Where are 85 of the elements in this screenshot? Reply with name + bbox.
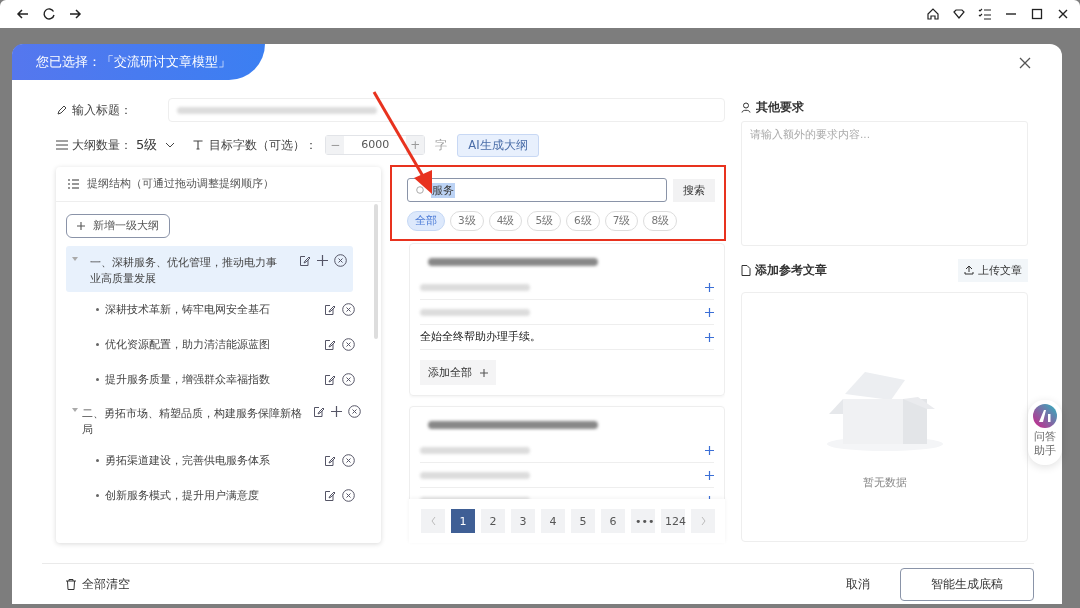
- outline-count-label: 大纲数量：: [72, 136, 132, 154]
- generate-outline-button[interactable]: AI生成大纲: [457, 133, 539, 157]
- edit-icon[interactable]: [324, 489, 336, 502]
- remove-icon[interactable]: [342, 303, 355, 316]
- chevron-right-icon: [700, 516, 706, 525]
- outline-subheading[interactable]: 深耕技术革新，铸牢电网安全基石: [105, 302, 270, 317]
- upload-button[interactable]: 上传文章: [958, 258, 1028, 282]
- bullet-icon: [96, 494, 99, 497]
- outline-subheading[interactable]: 优化资源配置，助力清洁能源蓝图: [105, 337, 270, 352]
- generate-draft-button[interactable]: 智能生成底稿: [900, 567, 1034, 601]
- chevron-left-icon: [430, 516, 436, 525]
- requirements-field[interactable]: 请输入额外的要求内容...: [741, 121, 1028, 246]
- bullet-icon: [96, 343, 99, 346]
- add-outline-button[interactable]: 新增一级大纲: [66, 214, 170, 238]
- plus-icon: [480, 368, 488, 377]
- remove-icon[interactable]: [348, 405, 361, 418]
- assistant-button[interactable]: 问答助手: [1028, 400, 1062, 465]
- document-icon: [741, 264, 751, 276]
- empty-text: 暂无数据: [862, 476, 907, 490]
- refresh-icon[interactable]: [42, 7, 56, 21]
- add-all-button[interactable]: 添加全部: [420, 360, 496, 385]
- word-count-label: 目标字数（可选）：: [209, 136, 318, 154]
- cancel-button[interactable]: 取消: [846, 575, 870, 593]
- result-sentence: 全始全终帮助办理手续。: [420, 330, 541, 344]
- remove-icon[interactable]: [342, 454, 355, 467]
- list-icon: [68, 179, 79, 189]
- edit-icon[interactable]: [324, 338, 336, 351]
- outline-subheading[interactable]: 勇拓渠道建设，完善供电服务体系: [105, 453, 270, 468]
- remove-icon[interactable]: [342, 338, 355, 351]
- panel-title: 提纲结构（可通过拖动调整提纲顺序）: [87, 177, 274, 191]
- chevron-icon: [165, 142, 176, 148]
- forward-icon[interactable]: [68, 7, 82, 21]
- search-button[interactable]: 搜索: [673, 178, 715, 202]
- title-label: 输入标题：: [72, 101, 132, 119]
- page-button[interactable]: 3: [511, 509, 535, 533]
- checklist-icon[interactable]: [978, 7, 992, 21]
- maximize-icon[interactable]: [1030, 7, 1044, 21]
- diamond-icon[interactable]: [952, 7, 966, 21]
- page-button[interactable]: 5: [571, 509, 595, 533]
- clear-all-button[interactable]: 全部清空: [66, 576, 130, 592]
- home-icon[interactable]: [926, 7, 940, 21]
- bullet-icon: [96, 378, 99, 381]
- text-icon: [193, 140, 204, 150]
- pencil-icon: [56, 104, 68, 116]
- edit-icon[interactable]: [324, 303, 336, 316]
- back-icon[interactable]: [16, 7, 30, 21]
- remove-icon[interactable]: [342, 373, 355, 386]
- bullet-icon: [96, 459, 99, 462]
- search-icon: [416, 185, 425, 195]
- page-button[interactable]: 1: [451, 509, 475, 533]
- outline-item[interactable]: 二、勇拓市场、精塑品质，构建服务保障新格局: [66, 397, 367, 443]
- unit-label: 字: [435, 136, 448, 154]
- remove-icon[interactable]: [342, 489, 355, 502]
- ai-logo-icon: [1033, 404, 1057, 428]
- plus-icon: [77, 222, 85, 230]
- page-button[interactable]: 124: [661, 509, 685, 533]
- user-icon: [741, 101, 752, 113]
- page-button[interactable]: 4: [541, 509, 565, 533]
- edit-icon[interactable]: [324, 454, 336, 467]
- selected-model-banner: 您已选择：「交流研讨文章模型」: [12, 44, 265, 80]
- remove-icon[interactable]: [334, 254, 347, 267]
- section-title: 添加参考文章: [755, 261, 827, 279]
- scrollbar[interactable]: [374, 204, 378, 339]
- outline-heading: 二、勇拓市场、精塑品质，构建服务保障新格局: [82, 406, 303, 437]
- search-value: 服务: [431, 182, 455, 198]
- edit-icon[interactable]: [313, 405, 325, 418]
- close-icon[interactable]: [1056, 7, 1070, 21]
- outline-count-select[interactable]: 5级: [136, 136, 176, 154]
- edit-icon[interactable]: [324, 373, 336, 386]
- trash-icon: [66, 578, 76, 590]
- section-title: 其他要求: [756, 98, 804, 116]
- page-button[interactable]: •••: [631, 509, 655, 533]
- page-button[interactable]: 6: [601, 509, 625, 533]
- list-icon: [56, 140, 68, 150]
- outline-heading: 一、深耕服务、优化管理，推动电力事业高质量发展: [90, 255, 278, 286]
- page-button[interactable]: 2: [481, 509, 505, 533]
- edit-icon[interactable]: [299, 254, 311, 267]
- title-input[interactable]: [168, 98, 725, 122]
- bullet-icon: [96, 308, 99, 311]
- close-icon[interactable]: [1018, 56, 1032, 70]
- outline-subheading[interactable]: 提升服务质量，增强群众幸福指数: [105, 372, 270, 387]
- upload-icon: [964, 265, 974, 275]
- outline-subheading[interactable]: 创新服务模式，提升用户满意度: [105, 488, 259, 503]
- level-filter-chip[interactable]: 全部: [407, 211, 445, 231]
- outline-item[interactable]: 一、深耕服务、优化管理，推动电力事业高质量发展: [66, 246, 353, 292]
